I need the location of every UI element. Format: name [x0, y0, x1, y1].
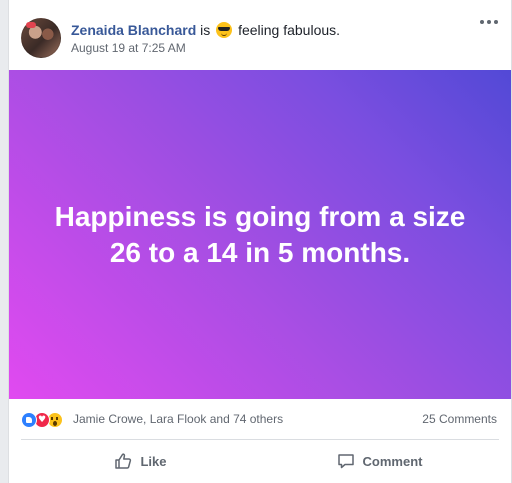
author-name[interactable]: Zenaida Blanchard — [71, 22, 196, 38]
post-timestamp[interactable]: August 19 at 7:25 AM — [71, 41, 186, 55]
reactions-bar: Jamie Crowe, Lara Flook and 74 others 25… — [9, 408, 511, 432]
author-avatar[interactable] — [21, 18, 61, 58]
comment-bubble-icon — [337, 454, 354, 469]
author-line: Zenaida Blanchard is feeling fabulous. — [71, 22, 340, 38]
action-bar: Like Comment — [21, 442, 499, 480]
divider — [21, 439, 499, 440]
post-text: Happiness is going from a size 26 to a 1… — [54, 200, 466, 268]
like-button[interactable]: Like — [21, 442, 260, 480]
dot — [487, 20, 491, 24]
comment-button-label: Comment — [362, 453, 423, 469]
like-button-label: Like — [140, 453, 167, 469]
dot — [494, 20, 498, 24]
comments-count[interactable]: 25 Comments — [422, 412, 497, 426]
avatar-bow-decoration — [26, 22, 36, 28]
more-options-icon[interactable] — [477, 14, 501, 30]
reaction-names[interactable]: Jamie Crowe, Lara Flook and 74 others — [73, 412, 283, 426]
comment-button[interactable]: Comment — [260, 442, 499, 480]
post-header: Zenaida Blanchard is feeling fabulous. A… — [9, 0, 511, 70]
feeling-text: feeling fabulous. — [238, 22, 341, 38]
dot — [480, 20, 484, 24]
author-verb: is — [200, 22, 211, 38]
post-background-banner: Happiness is going from a size 26 to a 1… — [9, 70, 511, 399]
sunglasses-emoji-icon — [216, 22, 233, 38]
like-reaction-icon — [21, 412, 37, 428]
thumbs-up-icon — [115, 453, 132, 469]
reaction-icons[interactable] — [21, 412, 71, 428]
post-card: Zenaida Blanchard is feeling fabulous. A… — [8, 0, 512, 483]
